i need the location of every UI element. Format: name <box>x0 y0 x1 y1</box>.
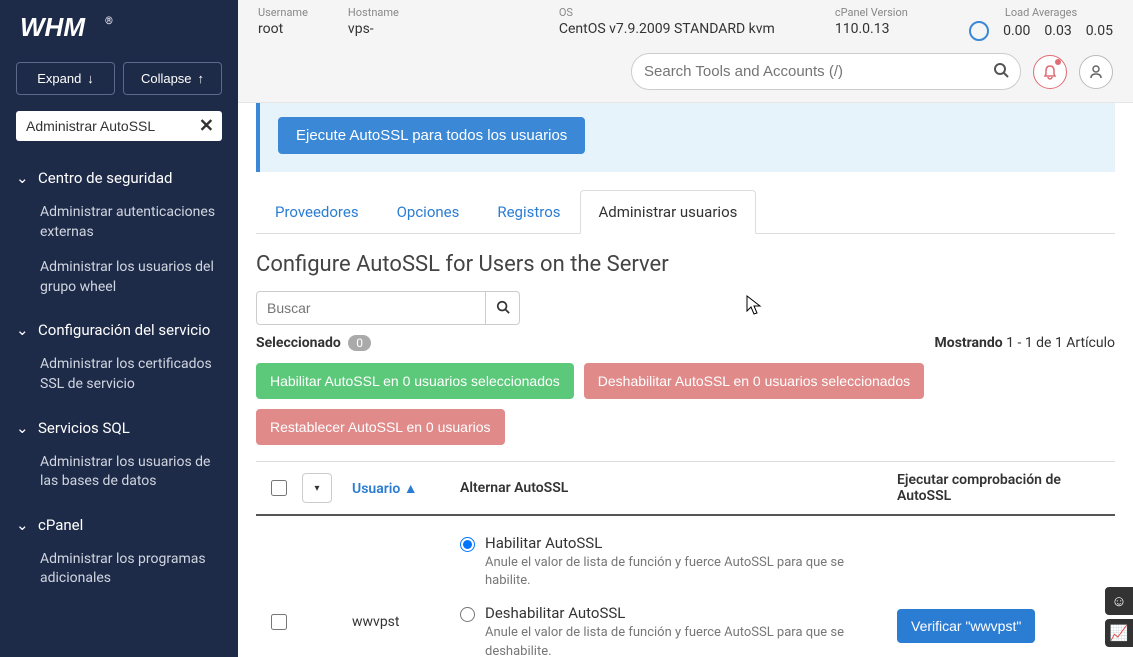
os-field: OS CentOS v7.9.2009 STANDARD kvm <box>559 6 775 37</box>
users-table: ▾ Usuario ▲ Alternar AutoSSL Ejecutar co… <box>256 461 1115 657</box>
nav-section-heading[interactable]: ⌄Configuración del servicio <box>0 313 238 347</box>
expand-button[interactable]: Expand ↓ <box>16 62 115 95</box>
chart-icon[interactable]: 📈 <box>1105 619 1133 647</box>
tabs: ProveedoresOpcionesRegistrosAdministrar … <box>256 190 1115 234</box>
tab-proveedores[interactable]: Proveedores <box>256 190 378 233</box>
load-averages: Load Averages 0.00 0.03 0.05 <box>969 6 1113 41</box>
autossl-radio[interactable] <box>460 537 475 552</box>
autossl-radio[interactable] <box>460 607 475 622</box>
nav-item[interactable]: Administrar los usuarios de las bases de… <box>0 445 238 500</box>
sidebar: WHM ® Expand ↓ Collapse ↑ ✕ ⌄Centro de se… <box>0 0 238 657</box>
run-autossl-all-button[interactable]: Ejecute AutoSSL para todos los usuarios <box>278 117 585 154</box>
user-icon <box>1088 64 1104 80</box>
col-user[interactable]: Usuario ▲ <box>352 480 442 497</box>
verify-button[interactable]: Verificar "wwvpst" <box>897 609 1035 643</box>
showing-count: Mostrando 1 - 1 de 1 Artículo <box>935 335 1115 351</box>
option-desc: Anule el valor de lista de función y fue… <box>485 624 889 657</box>
svg-text:WHM: WHM <box>20 12 86 42</box>
user-button[interactable] <box>1079 55 1113 89</box>
global-search-input[interactable] <box>631 53 1021 90</box>
user-cell: wwvpst <box>352 534 442 630</box>
clear-search-icon[interactable]: ✕ <box>199 116 214 137</box>
global-search <box>631 53 1021 90</box>
whm-logo: WHM ® <box>0 0 238 54</box>
user-search-button[interactable] <box>486 291 520 325</box>
enable-autossl-button[interactable]: Habilitar AutoSSL en 0 usuarios seleccio… <box>256 363 574 399</box>
page-title: Configure AutoSSL for Users on the Serve… <box>256 252 1115 277</box>
chat-icon[interactable]: ☺ <box>1105 587 1133 615</box>
nav-item[interactable]: Administrar autenticaciones externas <box>0 195 238 250</box>
sidebar-nav: ⌄Centro de seguridadAdministrar autentic… <box>0 153 238 657</box>
chevron-down-icon: ⌄ <box>16 321 30 339</box>
refresh-icon[interactable] <box>969 21 989 41</box>
username-field: Username root <box>258 6 308 37</box>
select-all-checkbox[interactable] <box>271 480 287 496</box>
col-toggle: Alternar AutoSSL <box>460 480 889 496</box>
search-icon[interactable] <box>993 62 1009 82</box>
sidebar-search-input[interactable] <box>16 111 222 141</box>
tab-administrar-usuarios[interactable]: Administrar usuarios <box>580 190 757 234</box>
sidebar-search: ✕ <box>16 111 222 141</box>
col-run: Ejecutar comprobación de AutoSSL <box>897 472 1107 504</box>
autossl-option: Deshabilitar AutoSSL Anule el valor de li… <box>460 604 889 657</box>
floating-actions: ☺ 📈 <box>1105 587 1133 647</box>
table-header: ▾ Usuario ▲ Alternar AutoSSL Ejecutar co… <box>256 462 1115 516</box>
notifications-button[interactable] <box>1033 55 1067 89</box>
chevron-down-icon: ⌄ <box>16 169 30 187</box>
content: Ejecute AutoSSL para todos los usuarios … <box>238 103 1133 657</box>
nav-section-heading[interactable]: ⌄Servicios SQL <box>0 411 238 445</box>
chevron-down-icon: ⌄ <box>16 516 30 534</box>
user-search-input[interactable] <box>256 291 486 325</box>
collapse-button[interactable]: Collapse ↑ <box>123 62 222 95</box>
table-row: wwvpst Habilitar AutoSSL Anule el valor de… <box>256 516 1115 657</box>
nav-section-heading[interactable]: ⌄Centro de seguridad <box>0 161 238 195</box>
bell-icon <box>1042 64 1058 80</box>
option-label: Deshabilitar AutoSSL <box>485 604 889 622</box>
reset-autossl-button[interactable]: Restablecer AutoSSL en 0 usuarios <box>256 409 505 445</box>
svg-text:®: ® <box>105 15 113 27</box>
nav-item[interactable]: Administrar los certificados SSL de serv… <box>0 347 238 402</box>
hostname-field: Hostname vps- <box>348 6 399 37</box>
autossl-option: Habilitar AutoSSL Anule el valor de lista… <box>460 534 889 590</box>
search-icon <box>496 300 510 314</box>
cpanel-version-field: cPanel Version 110.0.13 <box>835 6 908 37</box>
topbar: Username root Hostname vps- OS CentOS v7… <box>238 0 1133 103</box>
row-checkbox[interactable] <box>271 614 287 630</box>
option-desc: Anule el valor de lista de función y fue… <box>485 554 889 590</box>
select-dropdown[interactable]: ▾ <box>302 473 332 503</box>
arrow-down-icon: ↓ <box>87 71 94 86</box>
alert-banner: Ejecute AutoSSL para todos los usuarios <box>256 103 1115 172</box>
nav-section-heading[interactable]: ⌄cPanel <box>0 508 238 542</box>
nav-item[interactable]: Administrar los programas adicionales <box>0 542 238 597</box>
selected-count: Seleccionado 0 <box>256 335 371 351</box>
nav-item[interactable]: Administrar los usuarios del grupo wheel <box>0 250 238 305</box>
tab-registros[interactable]: Registros <box>478 190 579 233</box>
option-label: Habilitar AutoSSL <box>485 534 889 552</box>
arrow-up-icon: ↑ <box>198 71 205 86</box>
tab-opciones[interactable]: Opciones <box>378 190 479 233</box>
chevron-down-icon: ⌄ <box>16 419 30 437</box>
disable-autossl-button[interactable]: Deshabilitar AutoSSL en 0 usuarios selec… <box>584 363 924 399</box>
